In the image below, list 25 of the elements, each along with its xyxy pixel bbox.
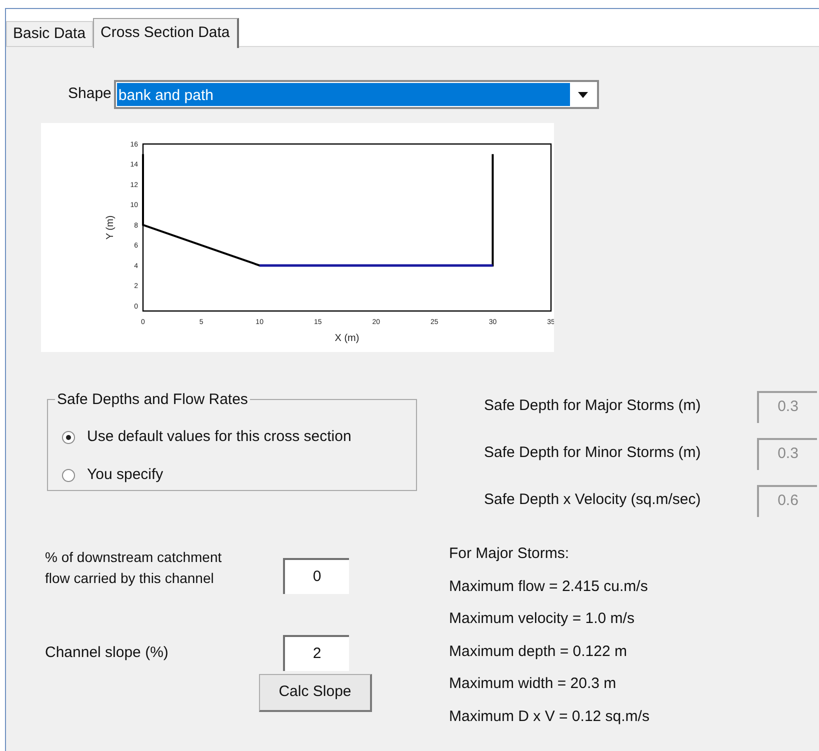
slope-label: Channel slope (%) — [45, 642, 170, 663]
radio-button[interactable] — [62, 468, 75, 482]
input-field[interactable]: 0 — [283, 558, 349, 594]
field-label: Safe Depth x Velocity (sq.m/sec) — [484, 490, 702, 510]
result-text: Maximum width = 20.3 m — [449, 674, 618, 694]
radio-label: Use default values for this cross section — [87, 426, 352, 447]
shape-label: Shape — [68, 84, 112, 104]
caret-icon — [578, 92, 588, 98]
calc-slope-button[interactable]: Calc Slope — [259, 674, 372, 712]
tab[interactable]: Cross Section Data — [92, 18, 239, 48]
result-text: Maximum depth = 0.122 m — [449, 642, 628, 662]
x-axis-label: X (m) — [334, 333, 360, 344]
result-text: Maximum D x V = 0.12 sq.m/s — [449, 706, 650, 726]
radio-label: You specify — [87, 464, 164, 485]
shape-dropdown[interactable]: bank and path — [114, 80, 600, 109]
downstream-label: % of downstream catchment flow carried by this channel — [45, 548, 223, 588]
field-label: Safe Depth for Major Storms (m) — [484, 396, 702, 416]
results-title: For Major Storms: — [449, 544, 570, 564]
result-text: Maximum flow = 2.415 cu.m/s — [449, 576, 649, 596]
tab[interactable]: Basic Data — [6, 21, 93, 47]
y-axis-label: Y (m) — [105, 215, 116, 240]
radio-button[interactable] — [62, 430, 75, 444]
input-field[interactable]: 2 — [283, 635, 349, 671]
result-text: Maximum velocity = 1.0 m/s — [449, 609, 636, 629]
field-label: Safe Depth for Minor Storms (m) — [484, 443, 702, 464]
